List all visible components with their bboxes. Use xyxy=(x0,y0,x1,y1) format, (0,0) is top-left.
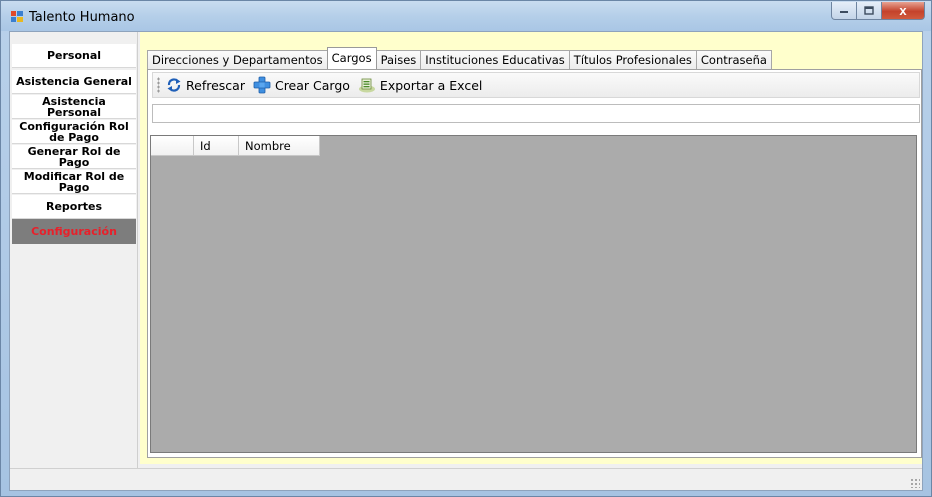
sidebar-item-generar-rol-de-pago[interactable]: Generar Rol de Pago xyxy=(12,145,136,169)
grid-header: Id Nombre xyxy=(151,136,320,156)
plus-icon xyxy=(253,76,271,94)
sidebar-item-modificar-rol-de-pago[interactable]: Modificar Rol de Pago xyxy=(12,170,136,194)
create-cargo-button[interactable]: Crear Cargo xyxy=(253,76,350,94)
sidebar: Personal Asistencia General Asistencia P… xyxy=(10,32,138,468)
row-header-column[interactable] xyxy=(151,136,194,156)
tab-paises[interactable]: Paises xyxy=(375,50,422,69)
refresh-button[interactable]: Refrescar xyxy=(166,77,245,93)
resize-grip[interactable] xyxy=(910,478,920,488)
cargos-data-grid[interactable]: Id Nombre xyxy=(150,135,917,453)
tab-strip: Direcciones y Departamentos Cargos Paise… xyxy=(147,47,772,69)
window-title: Talento Humano xyxy=(29,10,135,25)
tab-contrasena[interactable]: Contraseña xyxy=(695,50,772,69)
app-icon xyxy=(11,11,23,22)
content-panel: Direcciones y Departamentos Cargos Paise… xyxy=(140,32,922,464)
close-icon: x xyxy=(899,3,907,18)
window-controls: x xyxy=(831,2,925,20)
minimize-button[interactable] xyxy=(831,2,857,20)
sidebar-item-asistencia-personal[interactable]: Asistencia Personal xyxy=(12,95,136,119)
refresh-label: Refrescar xyxy=(186,77,245,93)
main-window: Talento Humano x Personal Asistencia Gen… xyxy=(0,0,932,497)
sidebar-item-personal[interactable]: Personal xyxy=(12,44,136,68)
sidebar-item-label: Modificar Rol de Pago xyxy=(23,169,125,194)
tab-direcciones-y-departamentos[interactable]: Direcciones y Departamentos xyxy=(147,50,328,69)
column-header-nombre[interactable]: Nombre xyxy=(239,136,320,156)
client-area: Personal Asistencia General Asistencia P… xyxy=(9,31,923,491)
close-button[interactable]: x xyxy=(882,2,925,20)
toolbar: Refrescar Crear Cargo Exportar a Excel xyxy=(152,72,920,98)
sidebar-item-reportes[interactable]: Reportes xyxy=(12,195,136,219)
sidebar-item-label: Asistencia Personal xyxy=(42,94,106,119)
sidebar-item-label: Configuración Rol de Pago xyxy=(19,119,129,144)
toolbar-grip[interactable] xyxy=(157,77,160,93)
minimize-icon xyxy=(840,10,848,13)
export-excel-button[interactable]: Exportar a Excel xyxy=(358,77,482,93)
column-header-id[interactable]: Id xyxy=(194,136,239,156)
sidebar-item-label: Asistencia General xyxy=(16,75,132,88)
sidebar-item-label: Configuración xyxy=(31,225,117,238)
sidebar-item-label: Reportes xyxy=(45,200,103,213)
tab-instituciones-educativas[interactable]: Instituciones Educativas xyxy=(420,50,570,69)
excel-export-icon xyxy=(358,78,375,93)
tab-cargos[interactable]: Cargos xyxy=(326,47,377,69)
tab-page-cargos: Refrescar Crear Cargo Exportar a Excel I… xyxy=(147,69,922,458)
create-cargo-label: Crear Cargo xyxy=(274,77,350,93)
sidebar-item-asistencia-general[interactable]: Asistencia General xyxy=(12,70,136,94)
search-input[interactable] xyxy=(152,104,920,123)
sidebar-item-configuracion-rol-de-pago[interactable]: Configuración Rol de Pago xyxy=(12,120,136,144)
status-bar xyxy=(10,468,922,490)
maximize-button[interactable] xyxy=(857,2,882,20)
export-excel-label: Exportar a Excel xyxy=(379,77,483,93)
sidebar-item-label: Generar Rol de Pago xyxy=(27,144,121,169)
title-bar[interactable]: Talento Humano x xyxy=(1,1,931,31)
refresh-icon xyxy=(167,78,181,92)
sidebar-item-label: Personal xyxy=(46,49,102,62)
maximize-icon xyxy=(864,6,874,15)
sidebar-item-configuracion[interactable]: Configuración xyxy=(12,219,136,244)
tab-titulos-profesionales[interactable]: Títulos Profesionales xyxy=(568,50,697,69)
